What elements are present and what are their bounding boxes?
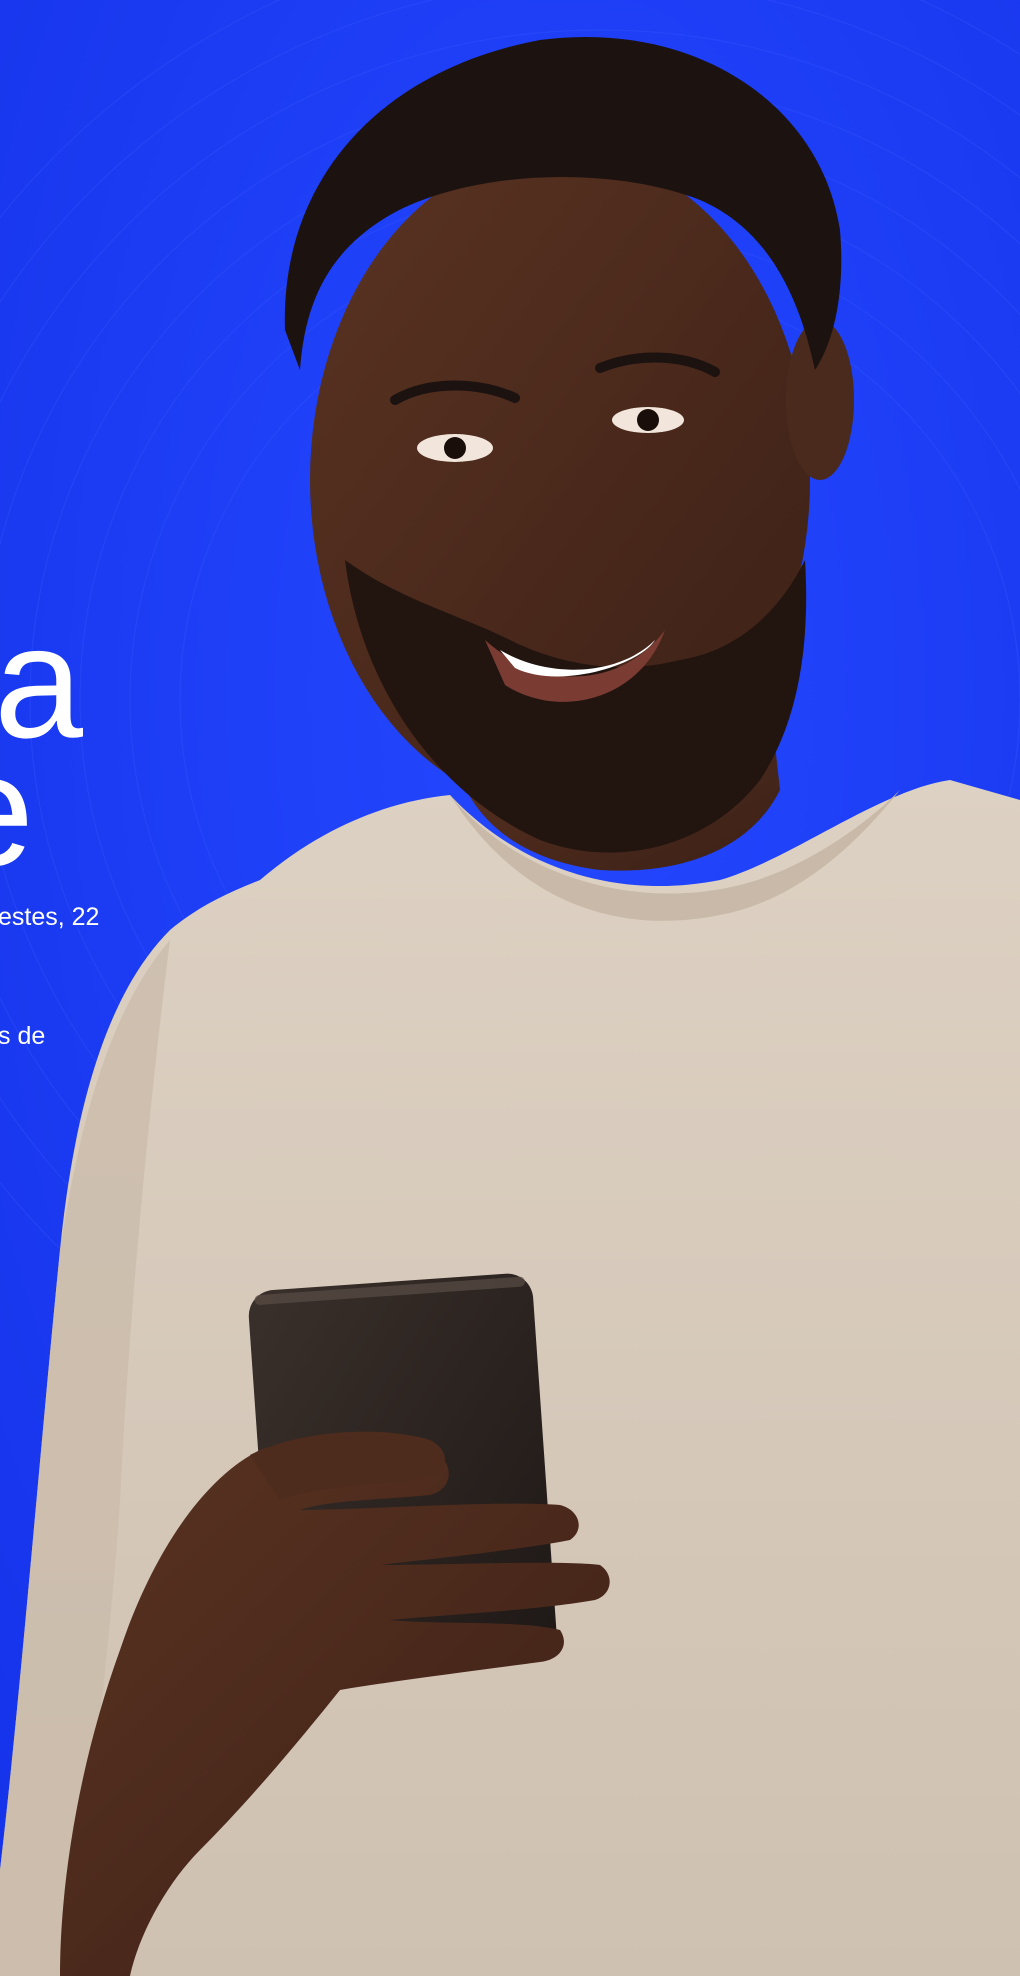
person-holding-phone-image bbox=[0, 36, 1020, 1976]
hero-banner: a e estes, 22 s de bbox=[0, 0, 1020, 1976]
